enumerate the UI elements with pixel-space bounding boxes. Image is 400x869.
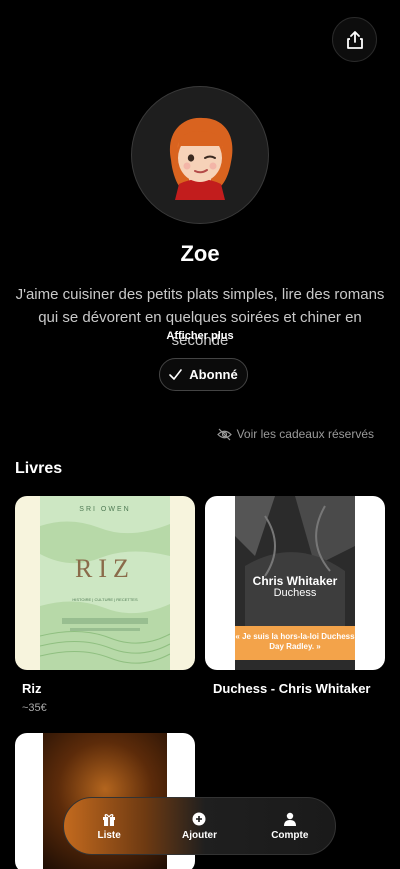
tab-liste[interactable]: Liste bbox=[69, 812, 149, 841]
book-title[interactable]: Riz bbox=[22, 681, 42, 696]
cover-title: RIZ bbox=[75, 554, 135, 583]
book-card-riz[interactable]: SRI OWEN RIZ HISTOIRE | CULTURE | RECETT… bbox=[15, 496, 195, 670]
section-title: Livres bbox=[15, 460, 63, 477]
gift-icon bbox=[103, 813, 116, 826]
share-button[interactable] bbox=[332, 17, 377, 62]
reserved-gifts-label: Voir les cadeaux réservés bbox=[236, 427, 374, 441]
avatar bbox=[131, 86, 269, 224]
follow-label: Abonné bbox=[189, 367, 238, 382]
tab-compte[interactable]: Compte bbox=[250, 812, 330, 841]
cover-author: SRI OWEN bbox=[79, 506, 131, 513]
book-cover: SRI OWEN RIZ HISTOIRE | CULTURE | RECETT… bbox=[40, 496, 170, 670]
avatar-memoji bbox=[169, 117, 233, 200]
follow-button[interactable]: Abonné bbox=[159, 358, 248, 391]
eye-off-icon bbox=[216, 428, 232, 440]
bottom-tab-bar: Liste Ajouter Compte bbox=[63, 797, 336, 855]
cover-text-line bbox=[70, 628, 140, 631]
share-icon bbox=[346, 30, 363, 49]
reserved-gifts-link[interactable]: Voir les cadeaux réservés bbox=[216, 427, 374, 441]
cover-quote-band: « Je suis la hors-la-loi Duchess Day Rad… bbox=[235, 626, 355, 660]
user-icon bbox=[283, 812, 296, 826]
book-title[interactable]: Duchess - Chris Whitaker bbox=[213, 681, 371, 696]
cover-subtitle: HISTOIRE | CULTURE | RECETTES bbox=[72, 597, 138, 602]
tab-label: Ajouter bbox=[181, 829, 217, 841]
book-cover: Chris Whitaker Duchess « Je suis la hors… bbox=[235, 496, 355, 670]
book-price: ~35€ bbox=[22, 702, 47, 714]
tab-label: Liste bbox=[97, 829, 121, 841]
cover-title: Duchess bbox=[273, 587, 317, 599]
cover-author: Chris Whitaker bbox=[252, 574, 338, 588]
book-card-duchess[interactable]: Chris Whitaker Duchess « Je suis la hors… bbox=[205, 496, 385, 670]
tab-label: Compte bbox=[271, 829, 309, 841]
profile-name: Zoe bbox=[180, 241, 220, 266]
plus-circle-icon bbox=[192, 812, 206, 825]
cover-text-line bbox=[62, 618, 148, 624]
tab-ajouter[interactable]: Ajouter bbox=[159, 812, 239, 841]
show-more-link[interactable]: Afficher plus bbox=[0, 330, 400, 342]
check-icon bbox=[169, 369, 183, 380]
